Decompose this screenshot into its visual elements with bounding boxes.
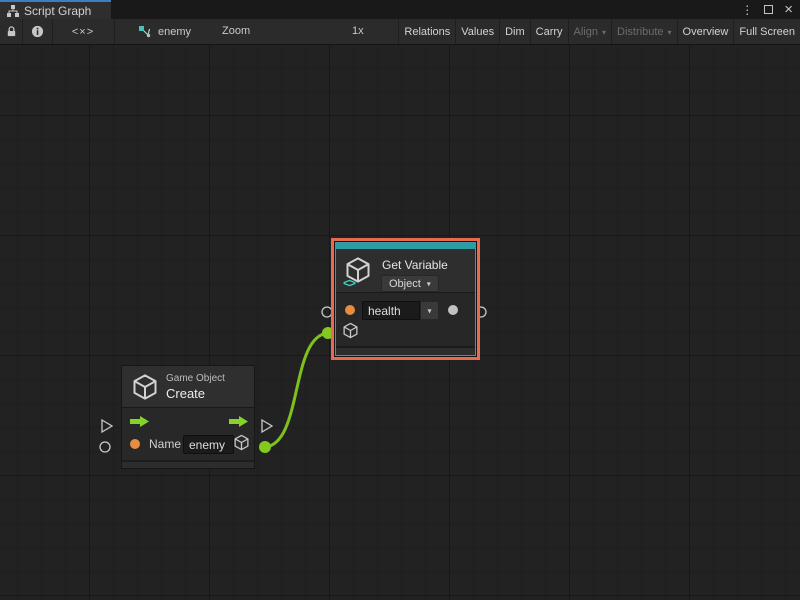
node-header[interactable]: <> Get Variable Object ▾ xyxy=(336,249,475,293)
chevron-down-icon: ▾ xyxy=(427,307,431,316)
values-button[interactable]: Values xyxy=(455,19,499,44)
window-controls: ⋮ × xyxy=(741,0,793,19)
breadcrumb-graph-name: enemy xyxy=(158,26,191,38)
overview-button[interactable]: Overview xyxy=(677,19,734,44)
control-output-port[interactable] xyxy=(262,420,272,432)
node-footer xyxy=(122,460,254,468)
carry-button[interactable]: Carry xyxy=(530,19,568,44)
align-dropdown-button[interactable]: Align ▾ xyxy=(568,19,611,44)
chevron-down-icon: ▾ xyxy=(427,280,431,289)
node-category: Game Object xyxy=(166,373,225,384)
dim-button[interactable]: Dim xyxy=(499,19,530,44)
inspector-button[interactable] xyxy=(22,19,52,44)
node-get-variable-selection-border: <> Get Variable Object ▾ health ▾ xyxy=(331,238,480,360)
name-port-dot[interactable] xyxy=(130,439,140,449)
script-graph-window: Script Graph ⋮ × <×> xyxy=(0,0,800,600)
node-title: Create xyxy=(166,386,205,401)
graph-canvas[interactable]: Game Object Create Name enemy xyxy=(0,45,800,600)
flow-output-arrow-icon[interactable] xyxy=(228,415,249,428)
name-value-input[interactable]: enemy xyxy=(183,435,234,454)
graph-toolbar: <×> enemy Zoom 1x Relations Values Dim C… xyxy=(0,19,800,45)
control-input-port[interactable] xyxy=(102,420,112,432)
node-body: health ▾ xyxy=(336,293,475,346)
toolbar-separator xyxy=(114,19,115,44)
variable-name-input[interactable]: health xyxy=(362,301,420,320)
get-variable-icon: <> xyxy=(344,256,376,288)
graph-icon xyxy=(138,25,152,39)
distribute-dropdown-button[interactable]: Distribute ▾ xyxy=(611,19,676,44)
close-icon[interactable]: × xyxy=(784,5,793,14)
tab-title: Script Graph xyxy=(24,4,91,18)
lock-button[interactable] xyxy=(0,19,22,44)
code-icon: <×> xyxy=(72,26,94,38)
window-menu-icon[interactable]: ⋮ xyxy=(741,3,753,17)
node-header[interactable]: Game Object Create xyxy=(122,366,254,408)
tab-strip: Script Graph ⋮ × xyxy=(0,0,800,19)
tab-script-graph[interactable]: Script Graph xyxy=(0,0,111,19)
gameobject-output-port-connected[interactable] xyxy=(259,441,271,453)
variable-scope-dropdown[interactable]: Object ▾ xyxy=(381,275,439,292)
zoom-value: 1x xyxy=(352,25,364,37)
flow-input-arrow-icon[interactable] xyxy=(129,415,150,428)
info-icon xyxy=(31,25,44,38)
node-create-game-object[interactable]: Game Object Create Name enemy xyxy=(121,365,255,469)
variable-angle-brackets-icon: <> xyxy=(343,276,355,290)
name-port-label: Name xyxy=(149,437,181,451)
name-input-port[interactable] xyxy=(100,442,110,452)
node-get-variable[interactable]: <> Get Variable Object ▾ health ▾ xyxy=(335,242,476,356)
connection-wire[interactable] xyxy=(265,333,328,447)
variable-picker-dropdown[interactable]: ▾ xyxy=(420,301,439,320)
zoom-label: Zoom xyxy=(222,25,250,37)
graph-breadcrumb[interactable]: enemy xyxy=(138,19,191,44)
node-body: Name enemy xyxy=(122,408,254,460)
relations-button[interactable]: Relations xyxy=(398,19,455,44)
toolbar-button-group: Relations Values Dim Carry Align ▾ Distr… xyxy=(398,19,800,44)
chevron-down-icon: ▾ xyxy=(668,28,672,37)
game-object-cube-icon xyxy=(131,373,159,401)
maximize-icon[interactable] xyxy=(764,5,773,14)
code-preview-button[interactable]: <×> xyxy=(52,19,114,44)
gameobject-port-cube-icon[interactable] xyxy=(233,434,250,451)
chevron-down-icon: ▾ xyxy=(602,28,606,37)
variable-name-port-dot[interactable] xyxy=(345,305,355,315)
lock-icon xyxy=(5,25,18,38)
graph-hierarchy-icon xyxy=(7,5,19,17)
node-footer xyxy=(336,346,475,355)
fullscreen-button[interactable]: Full Screen xyxy=(733,19,800,44)
node-title: Get Variable xyxy=(382,258,448,272)
value-port-dot[interactable] xyxy=(448,305,458,315)
object-port-cube-icon[interactable] xyxy=(342,322,359,339)
